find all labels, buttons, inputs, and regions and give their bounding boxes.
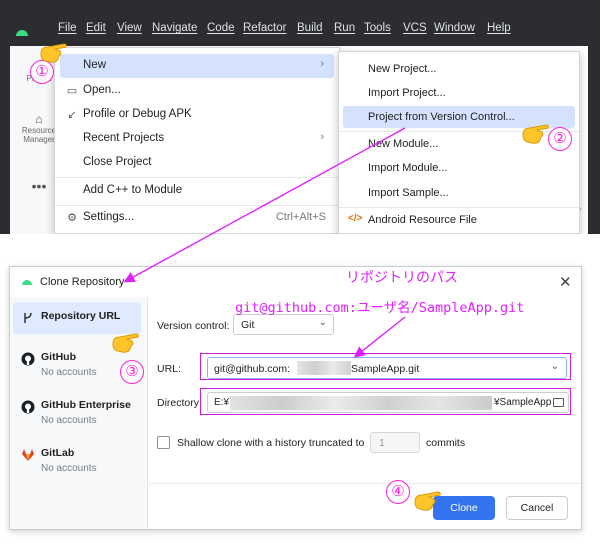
annotation-directory-highlight [200,388,571,415]
dialog-title: Clone Repository [40,276,125,288]
file-menu-add-cpp[interactable]: Add C++ to Module [60,179,334,203]
pointing-hand-icon [414,491,441,511]
submenu-project-from-vcs-label: Project from Version Control... [368,111,515,123]
menu-window[interactable]: Window [434,22,475,34]
gitlab-icon [22,449,34,461]
version-control-value: Git [241,319,255,331]
xml-file-icon: </> [348,213,363,224]
version-control-select[interactable]: Git ⌄ [233,314,334,335]
footer-separator [149,483,581,484]
file-menu-close-label: Close Project [83,156,152,168]
sidebar-item-gitlab[interactable]: GitLab No accounts [13,439,141,483]
submenu-arrow-icon: › [320,58,324,70]
sidebar-item-label: GitLab [41,447,75,459]
file-menu-new-label: New [83,59,107,71]
pointing-hand-icon [522,124,549,144]
close-icon[interactable]: ✕ [559,273,572,291]
annotation-repo-path-title: リポジトリのパス [346,269,458,285]
submenu-import-project-label: Import Project... [368,87,446,99]
annotation-repo-path-example: git@github.com:ユーザ名/SampleApp.git [235,300,525,316]
submenu-import-project[interactable]: Import Project... [343,82,575,104]
version-control-label: Version control: [157,320,230,332]
cancel-button[interactable]: Cancel [506,496,568,520]
step-4-marker: ④ [386,480,410,504]
menu-separator [55,177,339,178]
file-menu-open-label: Open... [83,84,121,96]
menu-separator [339,207,579,208]
menu-build[interactable]: Build [297,22,323,34]
android-logo-icon [16,30,28,36]
menu-refactor[interactable]: Refactor [243,22,286,34]
menu-edit[interactable]: Edit [86,22,106,34]
clone-button[interactable]: Clone [433,496,495,520]
submenu-android-resource-label: Android Resource File [368,214,477,226]
menu-vcs[interactable]: VCS [403,22,427,34]
submenu-new-project[interactable]: New Project... [343,58,575,80]
step-3-marker: ③ [120,360,144,384]
dialog-title-bar: Clone Repository ✕ [10,267,581,297]
github-icon [21,352,35,366]
sidebar-item-github-enterprise[interactable]: GitHub Enterprise No accounts [13,391,141,435]
file-menu-settings-label: Settings... [83,211,135,223]
gear-icon: ⚙ [67,212,77,224]
submenu-import-sample-label: Import Sample... [368,187,449,199]
commits-label: commits [426,437,466,449]
menu-run[interactable]: Run [334,22,355,34]
sidebar-item-sublabel: No accounts [41,463,97,474]
directory-label: Directory: [157,397,202,409]
menu-file[interactable]: File [58,22,77,34]
url-label: URL: [157,363,181,375]
chevron-down-icon: ⌄ [318,317,327,328]
file-menu-settings[interactable]: ⚙ Settings... Ctrl+Alt+S [60,206,334,230]
shallow-clone-label: Shallow clone with a history truncated t… [177,437,365,449]
vcs-branch-icon [24,312,32,323]
clone-depth-input[interactable]: 1 [370,432,420,453]
shallow-clone-checkbox[interactable] [157,436,170,449]
submenu-android-resource-file[interactable]: </> Android Resource File [343,209,575,231]
sidebar-item-label: Repository URL [41,310,121,322]
file-menu-recent-projects[interactable]: Recent Projects › [60,127,334,151]
submenu-new-module-label: New Module... [368,138,439,150]
github-icon [21,400,35,414]
file-menu-add-cpp-label: Add C++ to Module [83,184,183,196]
sidebar-item-label: GitHub Enterprise [41,399,131,411]
menu-code[interactable]: Code [207,22,235,34]
profile-apk-icon: ↙ [67,109,77,121]
menubar: File Edit View Navigate Code Refactor Bu… [0,10,588,46]
clone-depth-value: 1 [379,437,385,449]
menu-tools[interactable]: Tools [364,22,391,34]
file-menu-profile-label: Profile or Debug APK [83,108,192,120]
step-2-marker: ② [548,127,572,151]
file-menu: New › ▭ Open... ↙ Profile or Debug APK R… [54,47,340,234]
annotation-url-highlight [200,353,571,380]
submenu-arrow-icon: › [320,131,324,143]
file-menu-close-project[interactable]: Close Project [60,151,334,175]
menu-help[interactable]: Help [487,22,511,34]
file-menu-new[interactable]: New › [60,54,334,78]
submenu-new-project-label: New Project... [368,63,437,75]
submenu-import-module-label: Import Module... [368,162,448,174]
menu-navigate[interactable]: Navigate [152,22,197,34]
folder-icon: ▭ [66,85,78,97]
pointing-hand-icon [112,333,139,353]
submenu-import-module[interactable]: Import Module... [343,157,575,179]
file-menu-recent-label: Recent Projects [83,132,165,144]
pointing-hand-icon [40,43,67,63]
settings-shortcut: Ctrl+Alt+S [275,211,326,223]
sidebar-item-label: GitHub [41,351,76,363]
sidebar-item-sublabel: No accounts [41,415,97,426]
file-menu-profile-apk[interactable]: ↙ Profile or Debug APK [60,103,334,127]
sidebar-item-sublabel: No accounts [41,367,97,378]
ide-window: File Edit View Navigate Code Refactor Bu… [0,0,600,234]
resource-manager-label: Resource Manager [21,126,57,144]
android-logo-icon [22,280,32,285]
submenu-import-sample[interactable]: Import Sample... [343,182,575,204]
file-menu-open[interactable]: ▭ Open... [60,79,334,103]
menu-view[interactable]: View [117,22,142,34]
